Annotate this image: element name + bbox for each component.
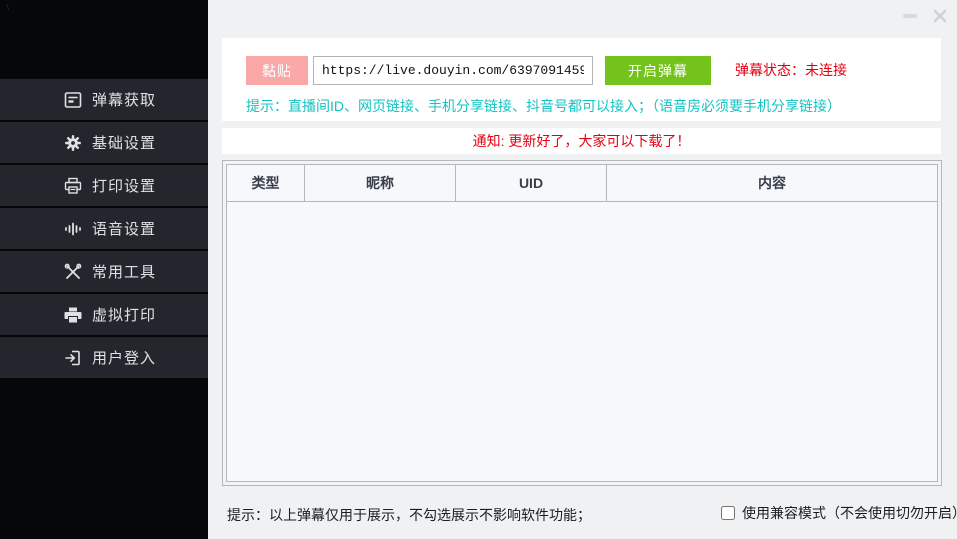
connect-panel: 黏贴 开启弹幕 弹幕状态：未连接 提示：直播间ID、网页链接、手机分享链接、抖音… — [222, 38, 941, 121]
sidebar-item-user-login[interactable]: 用户登入 — [0, 337, 208, 378]
column-header-type: 类型 — [227, 165, 305, 201]
danmaku-table: 类型 昵称 UID 内容 — [222, 160, 942, 486]
window-corner-mark: ∖ — [5, 5, 11, 11]
danmaku-table-inner: 类型 昵称 UID 内容 — [226, 164, 938, 482]
close-button[interactable] — [931, 7, 949, 25]
sidebar-item-label: 用户登入 — [92, 347, 156, 368]
sidebar-item-danmaku-capture[interactable]: 弹幕获取 — [0, 79, 208, 120]
danmaku-list-icon — [64, 91, 82, 109]
paste-button[interactable]: 黏贴 — [246, 56, 308, 85]
start-danmaku-button[interactable]: 开启弹幕 — [605, 56, 711, 85]
danmaku-status-text: 弹幕状态：未连接 — [735, 56, 847, 85]
sidebar-item-label: 打印设置 — [92, 175, 156, 196]
connect-hint-text: 提示：直播间ID、网页链接、手机分享链接、抖音号都可以接入；（语音房必须要手机分… — [246, 96, 841, 116]
live-url-input[interactable] — [313, 56, 593, 85]
minimize-button[interactable] — [903, 14, 917, 18]
voice-wave-icon — [64, 220, 82, 238]
printer-outline-icon — [64, 177, 82, 195]
printer-filled-icon — [64, 306, 82, 324]
app-window: ∖ 弹幕获取 基础设置 打印设置 — [0, 0, 957, 539]
gear-icon — [64, 134, 82, 152]
close-icon — [931, 7, 949, 25]
tools-icon — [64, 263, 82, 281]
sidebar-item-print-settings[interactable]: 打印设置 — [0, 165, 208, 206]
column-header-nickname: 昵称 — [305, 165, 456, 201]
column-header-content: 内容 — [607, 165, 937, 201]
table-header-row: 类型 昵称 UID 内容 — [227, 165, 937, 202]
sidebar-menu: 弹幕获取 基础设置 打印设置 语音设置 — [0, 79, 208, 380]
sidebar-item-label: 虚拟打印 — [92, 304, 156, 325]
sidebar-item-basic-settings[interactable]: 基础设置 — [0, 122, 208, 163]
sidebar-item-label: 基础设置 — [92, 132, 156, 153]
table-body-empty[interactable] — [227, 202, 937, 481]
compat-mode-label[interactable]: 使用兼容模式（不会使用切勿开启） — [742, 503, 957, 523]
sidebar: ∖ 弹幕获取 基础设置 打印设置 — [0, 0, 208, 539]
column-header-uid: UID — [456, 165, 607, 201]
sidebar-item-voice-settings[interactable]: 语音设置 — [0, 208, 208, 249]
login-icon — [64, 349, 82, 367]
footer-hint-text: 提示：以上弹幕仅用于展示，不勾选展示不影响软件功能； — [227, 505, 591, 525]
compat-mode-group: 使用兼容模式（不会使用切勿开启） — [721, 503, 957, 523]
sidebar-item-label: 语音设置 — [92, 218, 156, 239]
sidebar-item-common-tools[interactable]: 常用工具 — [0, 251, 208, 292]
sidebar-item-virtual-print[interactable]: 虚拟打印 — [0, 294, 208, 335]
sidebar-item-label: 弹幕获取 — [92, 89, 156, 110]
sidebar-item-label: 常用工具 — [92, 261, 156, 282]
compat-mode-checkbox[interactable] — [721, 506, 735, 520]
notice-banner: 通知: 更新好了，大家可以下载了！ — [222, 128, 941, 154]
